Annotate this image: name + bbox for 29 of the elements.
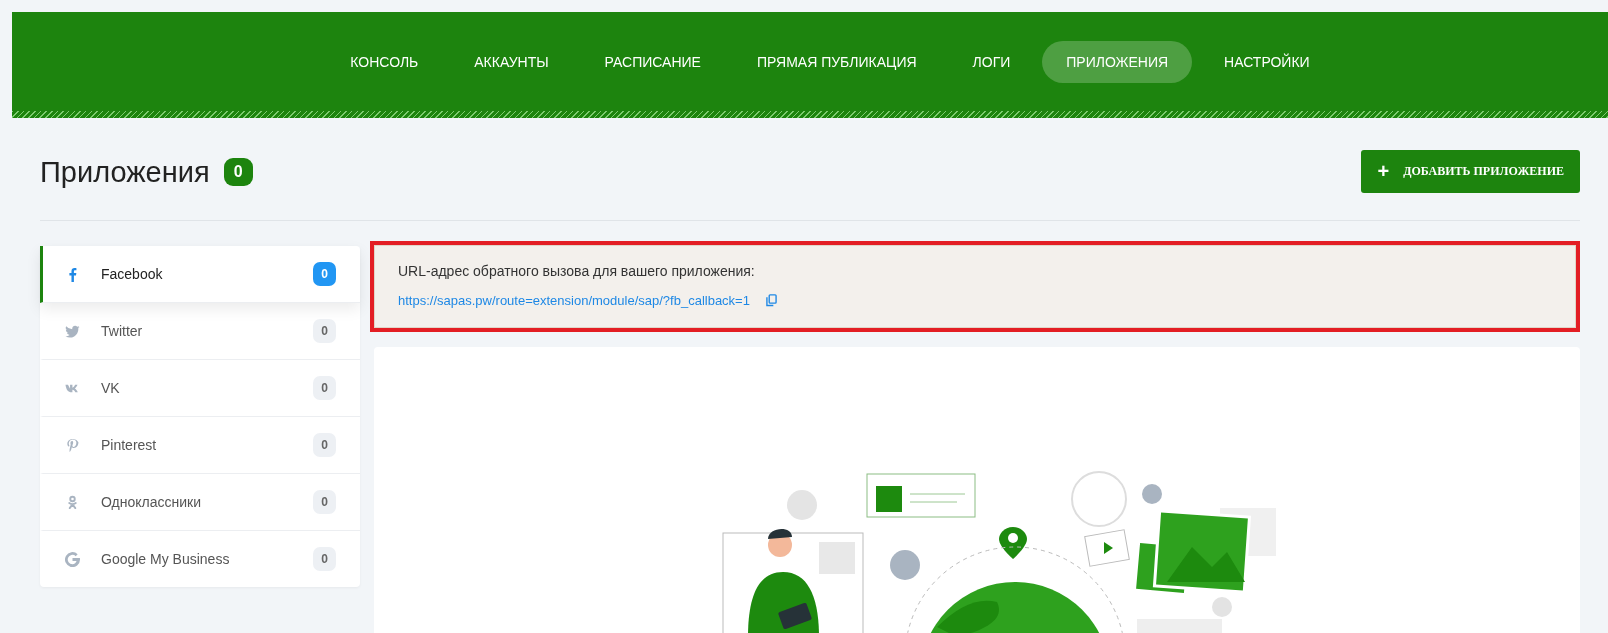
sidebar-item[interactable]: Twitter 0 [40, 303, 360, 360]
sidebar-item[interactable]: Google My Business 0 [40, 531, 360, 587]
sidebar-item[interactable]: Одноклассники 0 [40, 474, 360, 531]
nav-tab[interactable]: НАСТРОЙКИ [1200, 40, 1334, 83]
nav-tab[interactable]: РАСПИСАНИЕ [580, 40, 725, 83]
odnoklassniki-icon [65, 494, 80, 510]
pinterest-icon [65, 437, 80, 453]
twitter-icon [65, 323, 80, 339]
callback-url-link[interactable]: https://sapas.pw/route=extension/module/sap/?fb_callback=1 [398, 293, 750, 308]
nav-tab[interactable]: АККАУНТЫ [450, 40, 573, 83]
count-badge: 0 [313, 433, 336, 457]
count-badge: 0 [313, 262, 336, 286]
count-badge: 0 [313, 319, 336, 343]
count-badge: 0 [223, 158, 253, 186]
nav-tab[interactable]: КОНСОЛЬ [326, 40, 443, 83]
sidebar-item[interactable]: VK 0 [40, 360, 360, 417]
count-badge: 0 [313, 490, 336, 514]
page-title: Приложения [40, 155, 210, 189]
google-icon [65, 551, 80, 567]
add-app-button[interactable]: + ДОБАВИТЬ ПРИЛОЖЕНИЕ [1361, 149, 1580, 193]
notice-text: URL-адрес обратного вызова для вашего приложения: [398, 263, 756, 279]
nav-tab[interactable]: ЛОГИ [948, 40, 1035, 83]
sidebar-item[interactable]: Pinterest 0 [40, 417, 360, 474]
sidebar-item[interactable]: Facebook 0 [40, 246, 360, 303]
copy-icon[interactable] [765, 294, 777, 307]
nav-tab[interactable]: ПРИЛОЖЕНИЯ [1042, 40, 1193, 83]
count-badge: 0 [313, 547, 336, 571]
count-badge: 0 [313, 376, 336, 400]
nav-tab[interactable]: ПРЯМАЯ ПУБЛИКАЦИЯ [732, 40, 941, 83]
